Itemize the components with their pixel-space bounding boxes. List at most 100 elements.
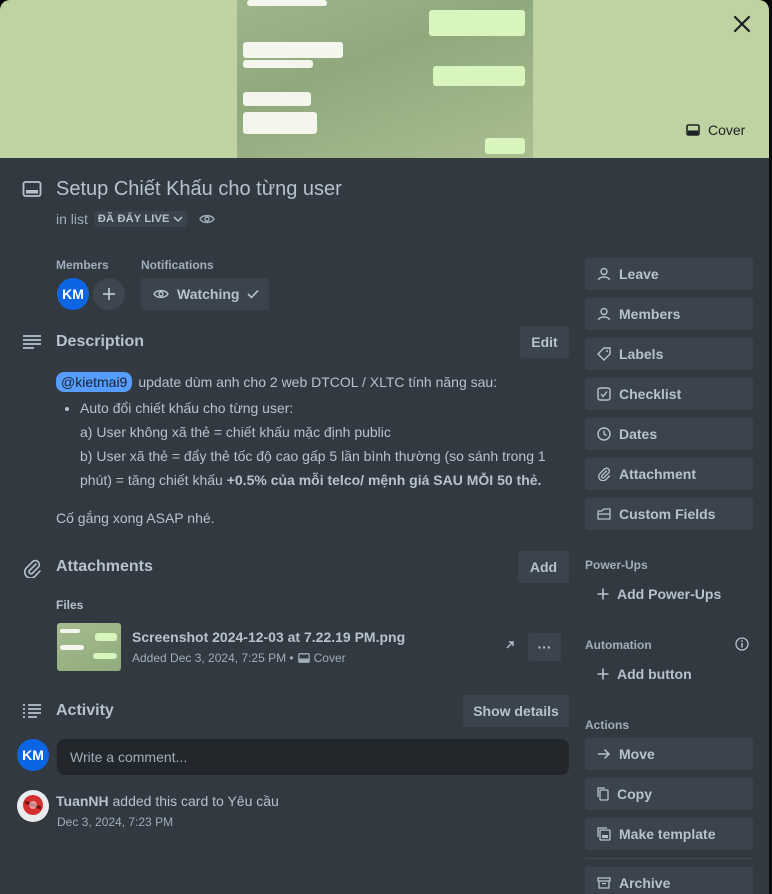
attachment-button[interactable]: Attachment [585,458,753,490]
members-button[interactable]: Members [585,298,753,330]
custom-fields-button-label: Custom Fields [619,506,716,522]
description-intro: update dùm anh cho 2 web DTCOL / XLTC tí… [138,374,498,390]
info-icon[interactable] [735,637,749,651]
cover-button[interactable]: Cover [676,114,755,146]
user-mention[interactable]: @kietmai9 [56,372,133,392]
list-selector[interactable]: ĐÃ ĐẨY LIVE [93,211,187,227]
tag-icon [597,347,611,361]
in-list-prefix: in list [56,211,88,227]
dates-button-label: Dates [619,426,658,442]
paperclip-icon [597,467,611,481]
copy-icon [597,787,609,801]
checklist-button[interactable]: Checklist [585,378,753,410]
edit-description-button[interactable]: Edit [520,326,569,358]
add-button-label: Add button [617,666,692,682]
description-line-b-bold: +0.5% của mỗi telco/ mệnh giá SAU MỖI 50… [226,472,542,488]
attachment-thumbnail[interactable] [57,623,121,671]
attachments-heading: Attachments [56,558,153,575]
avatar[interactable]: KM [57,278,89,310]
leave-button[interactable]: Leave [585,258,753,290]
description-heading: Description [56,333,145,350]
description-line-a: a) User không xã thẻ = chiết khấu mặc đị… [80,424,391,440]
watch-button-label: Watching [177,286,240,302]
attachment-button-label: Attachment [619,466,697,482]
notifications-label: Notifications [141,258,214,272]
members-button-label: Members [619,306,681,322]
make-template-button-label: Make template [619,826,716,842]
attachment-cover-link[interactable]: Cover [314,651,346,665]
description-body[interactable]: @kietmai9 update dùm anh cho 2 web DTCOL … [56,370,556,530]
card-title[interactable]: Setup Chiết Khấu cho từng user [56,178,342,201]
attachment-file-name[interactable]: Screenshot 2024-12-03 at 7.22.19 PM.png [132,629,405,645]
automation-heading: Automation [585,638,652,652]
avatar: KM [17,739,49,771]
dates-button[interactable]: Dates [585,418,753,450]
leave-button-label: Leave [619,266,659,282]
card-detail-modal: Cover Setup Chiết Khấu cho từng user in … [0,0,769,894]
card-cover-icon [686,124,700,136]
activity-user[interactable]: TuanNH [56,793,109,809]
archive-button-label: Archive [619,875,671,891]
open-external-icon[interactable] [505,640,515,650]
plus-icon [597,668,609,680]
description-closing: Cố gắng xong ASAP nhé. [56,510,215,526]
add-powerups-button[interactable]: Add Power-Ups [585,578,753,610]
members-label: Members [56,258,109,272]
actions-heading: Actions [585,718,630,732]
template-icon [597,827,611,841]
in-list-line: in list ĐÃ ĐẨY LIVE [56,211,215,227]
powerups-heading: Power-Ups [585,558,648,572]
make-template-button[interactable]: Make template [585,818,753,850]
arrow-right-icon [597,748,611,760]
close-button[interactable] [724,6,760,42]
avatar[interactable] [17,790,49,822]
description-icon [22,334,42,350]
archive-icon [597,877,611,889]
eye-icon [153,288,169,300]
activity-time[interactable]: Dec 3, 2024, 7:23 PM [57,815,173,829]
move-button[interactable]: Move [585,738,753,770]
activity-text: added this card to Yêu cầu [112,793,279,809]
card-cover[interactable]: Cover [0,0,769,158]
chevron-down-icon [173,215,183,223]
files-label: Files [56,598,84,612]
clock-icon [597,427,611,441]
checkbox-icon [597,387,611,401]
comment-input[interactable]: Write a comment... [57,739,569,775]
add-attachment-button[interactable]: Add [518,551,569,583]
watch-button[interactable]: Watching [141,278,269,310]
archive-button[interactable]: Archive [585,867,753,894]
move-button-label: Move [619,746,655,762]
description-bullet: Auto đổi chiết khấu cho từng user: [80,400,294,416]
add-button-button[interactable]: Add button [585,658,753,690]
plus-icon [597,588,609,600]
show-details-button[interactable]: Show details [463,695,569,727]
card-cover-icon [297,653,310,663]
eye-icon[interactable] [198,213,215,225]
sidebar-divider [585,858,753,859]
labels-button[interactable]: Labels [585,338,753,370]
paperclip-icon [22,558,42,578]
comment-placeholder: Write a comment... [70,749,188,765]
copy-button-label: Copy [617,786,652,802]
check-icon [247,289,260,299]
custom-fields-icon [597,508,611,520]
plus-icon [102,287,116,301]
close-icon [733,15,751,33]
list-name: ĐÃ ĐẨY LIVE [97,213,170,225]
custom-fields-button[interactable]: Custom Fields [585,498,753,530]
activity-entry: TuanNH added this card to Yêu cầu [56,793,279,809]
add-powerups-label: Add Power-Ups [617,586,722,602]
user-icon [597,307,611,321]
attachment-more-button[interactable]: ··· [528,633,561,661]
labels-button-label: Labels [619,346,664,362]
attachment-added: Added Dec 3, 2024, 7:25 PM • [132,651,294,665]
checklist-button-label: Checklist [619,386,682,402]
cover-image [237,0,533,158]
cover-button-label: Cover [708,122,746,138]
activity-icon [22,703,42,719]
add-member-button[interactable] [93,278,125,310]
copy-button[interactable]: Copy [585,778,753,810]
activity-heading: Activity [56,702,114,719]
attachment-meta: Added Dec 3, 2024, 7:25 PM • Cover [132,651,346,665]
